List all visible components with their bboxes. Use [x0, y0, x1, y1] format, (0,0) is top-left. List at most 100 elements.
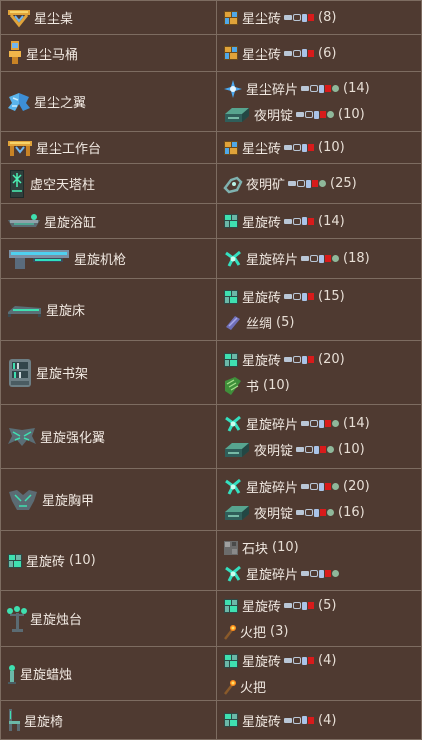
console-platform-icon [293, 356, 302, 363]
recipe-row: 星旋蜡烛 星旋砖 (4) 火把 [0, 646, 422, 701]
result-cell: 星尘工作台 [0, 131, 217, 164]
result-item-name[interactable]: 星旋机枪 [74, 249, 126, 268]
pc-platform-icon [296, 447, 305, 452]
ingredients-cell: 星旋砖 (15) 丝绸 (5) [216, 278, 422, 341]
result-item-name[interactable]: 星尘之翼 [34, 92, 86, 111]
silk-icon [223, 313, 243, 333]
mobile-platform-icon [319, 482, 325, 491]
ingredients-cell: 星尘碎片 (14) 夜明锭 (10) [216, 71, 422, 132]
ingredient-name[interactable]: 星旋砖 [242, 651, 281, 670]
stardust-toilet-icon [7, 40, 23, 66]
result-item-name[interactable]: 星尘桌 [34, 8, 73, 27]
stardust-brick-icon [223, 140, 239, 156]
3ds-platform-icon [320, 446, 327, 453]
ingredient-name[interactable]: 夜明矿 [246, 174, 285, 193]
ingredient-name[interactable]: 星旋砖 [242, 212, 281, 231]
ingredient-name[interactable]: 夜明锭 [254, 503, 293, 522]
ingredient: 火把 (3) [223, 619, 415, 645]
recipe-table: 星尘桌 星尘砖 (8) 星尘马桶 星尘砖 (6) 星尘之翼 星尘碎片 (14) 夜明锭 (10) 星尘… [0, 0, 422, 740]
console-platform-icon [310, 255, 319, 262]
recipe-row: 虚空天塔柱 夜明矿 (25) [0, 163, 422, 204]
result-cell: 星尘桌 [0, 0, 217, 35]
ingredient-name[interactable]: 星旋碎片 [246, 414, 298, 433]
ingredient-count: (10) [338, 107, 365, 122]
result-cell: 星旋蜡烛 [0, 646, 217, 701]
ingredient-name[interactable]: 星旋砖 [242, 350, 281, 369]
ingredient: 夜明锭 (16) [223, 500, 415, 526]
result-item-name[interactable]: 星旋浴缸 [44, 212, 96, 231]
result-item-name[interactable]: 星旋强化翼 [40, 427, 105, 446]
old-gen-platform-icon [332, 420, 340, 427]
recipe-row: 星旋浴缸 星旋砖 (14) [0, 203, 422, 239]
stardust-brick-icon [223, 45, 239, 61]
mobile-platform-icon [319, 84, 325, 93]
result-item-name[interactable]: 星旋蜡烛 [20, 664, 72, 683]
pc-platform-icon [301, 86, 310, 91]
ingredient-count: (6) [318, 45, 337, 61]
pc-platform-icon [284, 50, 293, 56]
mobile-platform-icon [302, 716, 308, 724]
console-platform-icon [293, 293, 302, 300]
result-item-name[interactable]: 星尘工作台 [36, 138, 101, 157]
ingredients-cell: 星旋砖 (14) [216, 203, 422, 239]
ingredient-name[interactable]: 石块 [242, 538, 268, 557]
ingredient-name[interactable]: 星尘砖 [242, 138, 281, 157]
ingredient-name[interactable]: 丝绸 [246, 313, 272, 332]
ingredient-count: (4) [318, 653, 337, 668]
platform-icons [284, 13, 315, 22]
ingredient-name[interactable]: 星旋砖 [242, 596, 281, 615]
recipe-row: 星旋胸甲 星旋碎片 (20) 夜明锭 (16) [0, 468, 422, 531]
mobile-platform-icon [314, 445, 320, 454]
ingredient: 星尘碎片 (14) [223, 76, 415, 102]
result-count: (10) [69, 553, 96, 568]
platform-icons [288, 179, 327, 188]
ingredient-name[interactable]: 星尘砖 [242, 8, 281, 27]
ingredient-name[interactable]: 星旋碎片 [246, 564, 298, 583]
result-cell: 星旋浴缸 [0, 203, 217, 239]
platform-icons [284, 656, 315, 665]
mobile-platform-icon [302, 13, 308, 22]
result-item-name[interactable]: 星尘马桶 [26, 44, 78, 63]
pc-platform-icon [284, 218, 293, 224]
recipe-row: 星旋强化翼 星旋碎片 (14) 夜明锭 (10) [0, 404, 422, 469]
stardust-work-bench-icon [7, 139, 33, 157]
ingredient: 星尘砖 (10) [223, 135, 415, 161]
stardust-table-icon [7, 8, 31, 28]
platform-icons [284, 217, 315, 225]
console-platform-icon [310, 85, 319, 92]
platform-icons [301, 84, 340, 93]
ingredients-cell: 星尘砖 (6) [216, 34, 422, 72]
ingredient-name[interactable]: 夜明锭 [254, 440, 293, 459]
ingredient-name[interactable]: 火把 [240, 622, 266, 641]
ingredient-count: (15) [318, 289, 345, 304]
3ds-platform-icon [308, 602, 315, 609]
ingredient-name[interactable]: 星尘砖 [242, 44, 281, 63]
ingredient-name[interactable]: 星尘碎片 [246, 79, 298, 98]
ingredient-name[interactable]: 星旋砖 [242, 711, 281, 730]
result-item-name[interactable]: 星旋砖 [26, 551, 65, 570]
result-item-name[interactable]: 虚空天塔柱 [30, 174, 95, 193]
ingredient-name[interactable]: 夜明锭 [254, 105, 293, 124]
result-item-name[interactable]: 星旋胸甲 [42, 490, 94, 509]
ingredient-name[interactable]: 星旋砖 [242, 287, 281, 306]
vortex-bed-icon [7, 302, 43, 318]
pc-platform-icon [288, 181, 297, 186]
result-item-name[interactable]: 星旋书架 [36, 363, 88, 382]
stardust-fragment-icon [223, 79, 243, 99]
platform-icons [301, 254, 340, 263]
ingredient-name[interactable]: 火把 [240, 677, 266, 696]
result-item-name[interactable]: 星旋椅 [24, 711, 63, 730]
console-platform-icon [293, 716, 302, 724]
ingredient-name[interactable]: 星旋碎片 [246, 249, 298, 268]
result-item-name[interactable]: 星旋烛台 [30, 609, 82, 628]
3ds-platform-icon [308, 356, 315, 363]
result-item-name[interactable]: 星旋床 [46, 300, 85, 319]
ingredient-name[interactable]: 星旋碎片 [246, 477, 298, 496]
old-gen-platform-icon [332, 483, 340, 490]
platform-icons [301, 482, 340, 491]
3ds-platform-icon [325, 255, 332, 262]
platform-icons [284, 143, 315, 152]
pc-platform-icon [284, 15, 293, 20]
platform-icons [296, 508, 335, 517]
ingredient-name[interactable]: 书 [246, 376, 259, 395]
